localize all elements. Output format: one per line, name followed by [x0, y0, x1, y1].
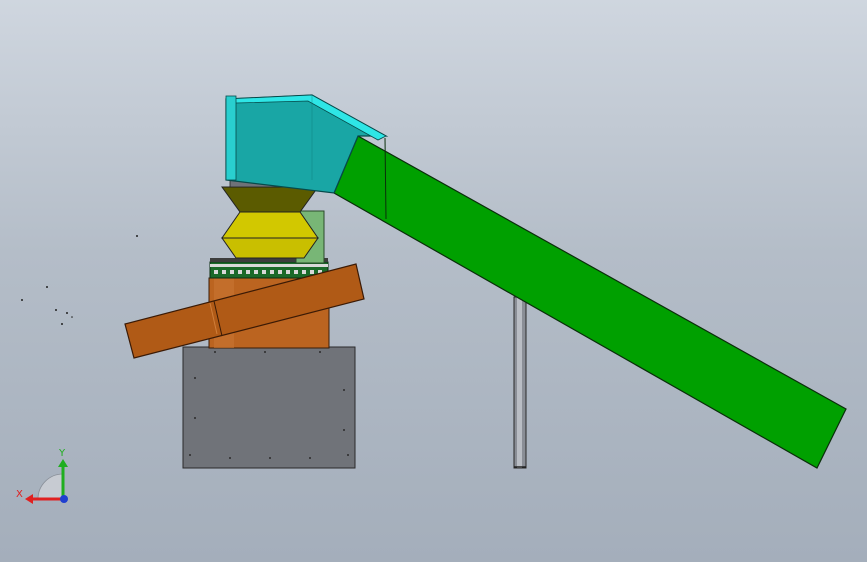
- conveyor-support-leg[interactable]: [513, 296, 527, 469]
- model-view[interactable]: Y X: [0, 0, 867, 562]
- inclined-conveyor[interactable]: [333, 135, 847, 469]
- hopper[interactable]: [221, 179, 319, 259]
- triad-x-label: X: [16, 489, 23, 500]
- base-block[interactable]: [182, 346, 356, 469]
- triad-y-label: Y: [58, 448, 66, 459]
- scatter-points: [21, 235, 138, 325]
- coordinate-triad: Y X: [16, 448, 68, 504]
- cad-viewport[interactable]: Y X: [0, 0, 867, 562]
